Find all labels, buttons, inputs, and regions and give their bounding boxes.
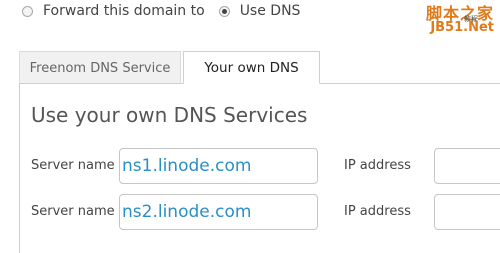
ip-address-input-2[interactable] [434, 194, 500, 230]
server-name-label-1: Server name [31, 158, 115, 173]
watermark-url: JB51.Net [430, 20, 494, 35]
ip-address-label-1: IP address [344, 158, 411, 173]
use-dns-label[interactable]: Use DNS [240, 3, 301, 19]
forward-domain-label[interactable]: Forward this domain to [43, 3, 205, 19]
server-name-input-2[interactable]: ns2.linode.com [119, 194, 318, 230]
ip-address-label-2: IP address [344, 204, 411, 219]
watermark-logo: 脚本之家 教程 JB51.Net [408, 0, 494, 40]
dns-options: Forward this domain to Use DNS [22, 2, 300, 20]
tab-your-own-dns[interactable]: Your own DNS [183, 51, 320, 84]
ip-address-input-1[interactable] [434, 148, 500, 184]
forward-domain-radio[interactable] [22, 5, 33, 17]
panel-title: Use your own DNS Services [31, 103, 308, 127]
tab-freenom-dns[interactable]: Freenom DNS Service [19, 51, 181, 84]
server-name-input-1[interactable]: ns1.linode.com [119, 148, 318, 184]
server-name-label-2: Server name [31, 204, 115, 219]
use-dns-radio[interactable] [218, 5, 230, 17]
